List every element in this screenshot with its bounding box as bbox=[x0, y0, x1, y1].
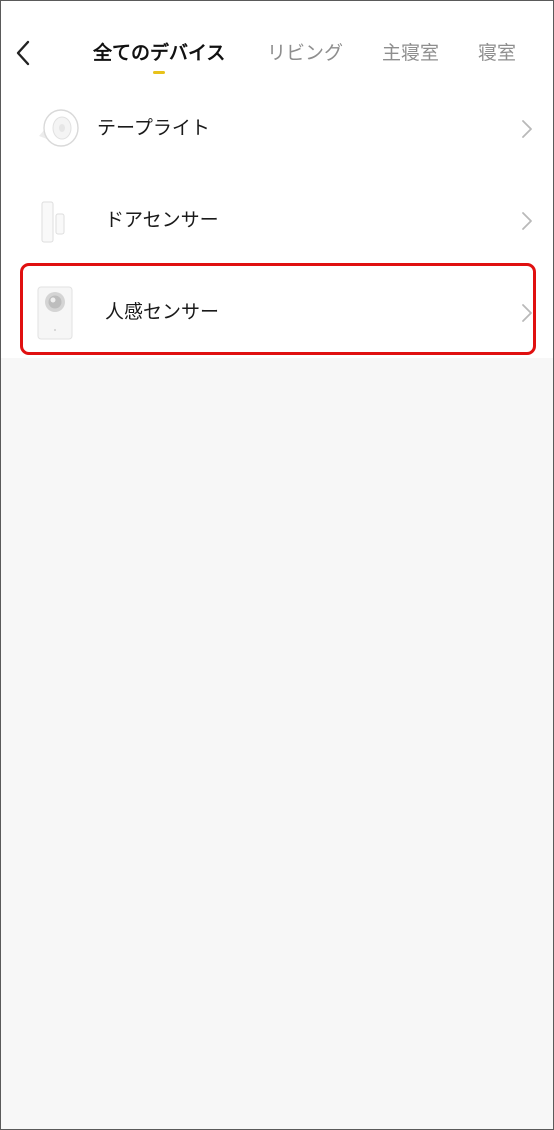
back-button[interactable] bbox=[13, 39, 39, 67]
chevron-right-icon bbox=[522, 212, 532, 230]
tab-master-bedroom[interactable]: 主寝室 bbox=[382, 41, 439, 65]
active-tab-indicator bbox=[153, 71, 165, 74]
tab-bedroom[interactable]: 寝室 bbox=[478, 41, 516, 65]
device-list-panel: 全てのデバイス リビング 主寝室 寝室 テープライト ドアセンサー 人感センサー bbox=[1, 1, 553, 358]
chevron-right-icon bbox=[522, 120, 532, 138]
door-sensor-icon bbox=[41, 201, 65, 243]
motion-sensor-icon bbox=[37, 286, 73, 340]
app-screen: 全てのデバイス リビング 主寝室 寝室 テープライト ドアセンサー 人感センサー bbox=[0, 0, 554, 1130]
device-name: テープライト bbox=[97, 117, 210, 139]
tab-all-devices[interactable]: 全てのデバイス bbox=[93, 41, 225, 65]
device-name: 人感センサー bbox=[105, 301, 220, 323]
room-tab-bar: 全てのデバイス リビング 主寝室 寝室 bbox=[1, 1, 553, 91]
tab-living[interactable]: リビング bbox=[267, 41, 343, 65]
tape-light-icon bbox=[39, 109, 79, 147]
device-row-tape-light[interactable]: テープライト bbox=[1, 84, 553, 174]
chevron-left-icon bbox=[16, 40, 30, 66]
device-row-motion-sensor[interactable]: 人感センサー bbox=[1, 266, 553, 356]
device-name: ドアセンサー bbox=[105, 209, 219, 231]
device-row-door-sensor[interactable]: ドアセンサー bbox=[1, 174, 553, 264]
chevron-right-icon bbox=[522, 304, 532, 322]
